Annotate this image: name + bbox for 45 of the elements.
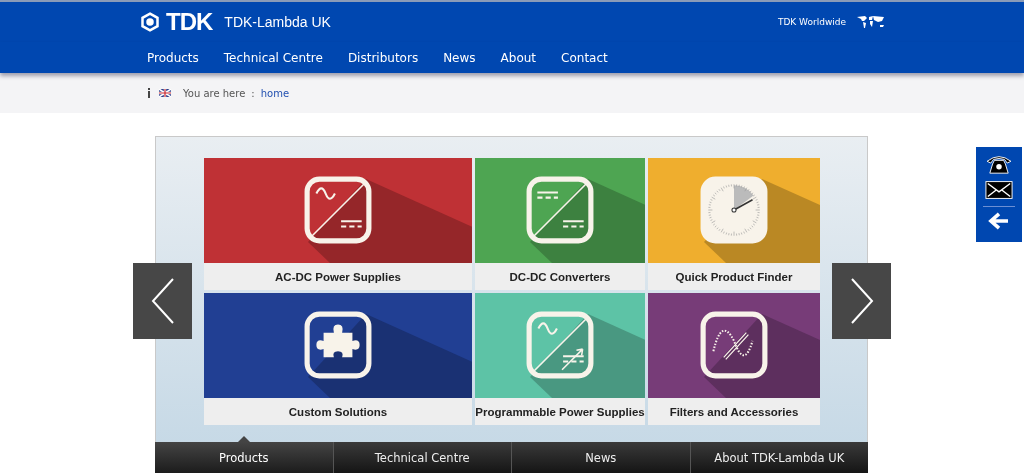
envelope-icon[interactable] xyxy=(985,179,1013,201)
chevron-left-icon xyxy=(150,277,175,325)
tile-label[interactable]: Custom Solutions xyxy=(204,398,472,425)
next-button[interactable] xyxy=(832,263,891,339)
back-arrow-icon[interactable] xyxy=(988,212,1010,230)
chevron-right-icon xyxy=(849,277,874,325)
tile-label[interactable]: Programmable Power Supplies xyxy=(475,398,645,425)
slider-tab[interactable]: About TDK-Lambda UK xyxy=(689,442,868,473)
worldwide-link[interactable]: TDK Worldwide xyxy=(777,17,846,27)
tile-label[interactable]: DC-DC Converters xyxy=(475,263,645,290)
converter-icon xyxy=(303,175,373,245)
converter-icon xyxy=(525,175,595,245)
tile-label[interactable]: Filters and Accessories xyxy=(648,398,820,425)
nav-link[interactable]: Contact xyxy=(554,50,615,65)
slider-tab[interactable]: Technical Centre xyxy=(332,442,511,473)
breadcrumb-label: You are here xyxy=(183,87,246,99)
tile-banner[interactable] xyxy=(648,158,820,263)
logo-icon xyxy=(140,12,160,32)
telephone-icon[interactable] xyxy=(985,153,1013,175)
tile-label[interactable]: Quick Product Finder xyxy=(648,263,820,290)
pointer-icon xyxy=(237,436,250,442)
breadcrumb-link[interactable]: home xyxy=(260,87,290,99)
tile-banner[interactable] xyxy=(204,293,472,398)
world-map-icon xyxy=(856,15,886,29)
tile-banner[interactable] xyxy=(204,158,472,263)
site-name: TDK-Lambda UK xyxy=(224,14,331,30)
nav-link[interactable]: Technical Centre xyxy=(216,50,330,65)
tile-banner[interactable] xyxy=(475,293,645,398)
breadcrumb-separator: : xyxy=(251,87,255,99)
filter-wave-icon xyxy=(699,310,769,380)
tile-banner[interactable] xyxy=(648,293,820,398)
tile-label[interactable]: AC-DC Power Supplies xyxy=(204,263,472,290)
nav-link[interactable]: About xyxy=(493,50,544,65)
nav-link[interactable]: Distributors xyxy=(340,50,426,65)
info-icon[interactable] xyxy=(147,88,151,98)
tile-banner[interactable] xyxy=(475,158,645,263)
puzzle-piece-icon xyxy=(303,310,373,380)
slider-tab[interactable]: News xyxy=(511,442,690,473)
converter-icon xyxy=(525,310,595,380)
logo-text[interactable]: TDK xyxy=(166,8,213,36)
flag-icon[interactable] xyxy=(159,89,171,97)
dial-icon xyxy=(699,175,769,245)
previous-button[interactable] xyxy=(133,263,192,339)
nav-link[interactable]: News xyxy=(436,50,483,65)
nav-link[interactable]: Products xyxy=(140,50,206,65)
